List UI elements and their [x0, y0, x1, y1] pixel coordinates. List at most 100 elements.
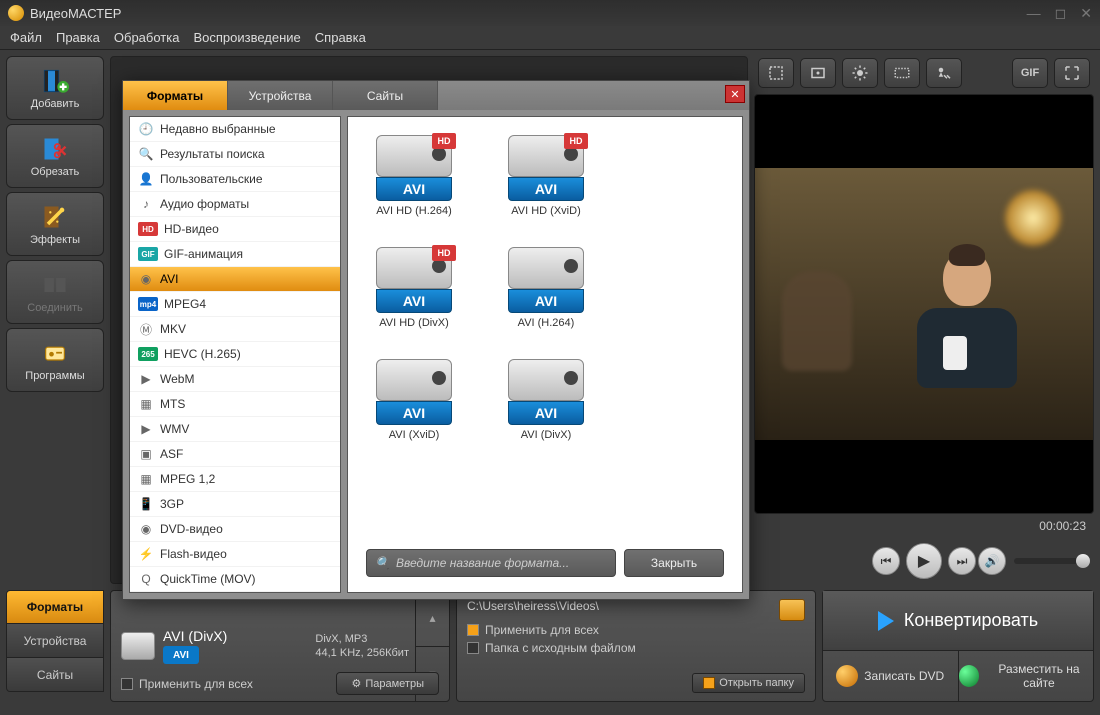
format-card[interactable]: AVIAVI (H.264)	[500, 247, 592, 329]
category-item[interactable]: mp4MPEG4	[130, 292, 340, 317]
source-folder-label: Папка с исходным файлом	[485, 641, 636, 655]
format-card[interactable]: AVIAVI (DivX)	[500, 359, 592, 441]
burn-dvd-button[interactable]: Записать DVD	[823, 651, 959, 701]
app-title: ВидеоМАСТЕР	[30, 6, 121, 21]
popup-close-button[interactable]: Закрыть	[624, 549, 724, 577]
brightness-icon[interactable]	[842, 58, 878, 88]
category-item[interactable]: ⓂMKV	[130, 317, 340, 342]
join-button[interactable]: Соединить	[6, 260, 104, 324]
category-item[interactable]: GIFGIF-анимация	[130, 242, 340, 267]
close-window-icon[interactable]: ✕	[1080, 5, 1092, 22]
category-item[interactable]: ⚡Flash-видео	[130, 542, 340, 567]
arrow-right-icon	[878, 611, 894, 631]
format-card[interactable]: HDAVIAVI HD (XviD)	[500, 135, 592, 217]
bottom-tab-formats[interactable]: Форматы	[6, 590, 104, 624]
time-label: 00:00:23	[1039, 519, 1086, 533]
category-item[interactable]: 265HEVC (H.265)	[130, 342, 340, 367]
app-logo-icon	[8, 5, 24, 21]
category-item[interactable]: ▦MPEG 1,2	[130, 467, 340, 492]
popup-tab-sites[interactable]: Сайты	[333, 81, 438, 110]
path-apply-all-checkbox[interactable]	[467, 624, 479, 636]
minimize-icon[interactable]: —	[1027, 5, 1041, 22]
video-preview[interactable]	[754, 94, 1094, 514]
format-selector[interactable]: AVI (DivX) AVI DivX, MP3 44,1 KHz, 256Кб…	[110, 590, 450, 702]
format-codec: DivX, MP3	[315, 633, 409, 645]
right-icon-row: GIF	[754, 56, 1094, 90]
category-item[interactable]: ▶WebM	[130, 367, 340, 392]
category-item[interactable]: QQuickTime (MOV)	[130, 567, 340, 592]
format-popup: Форматы Устройства Сайты ✕ 🕘Недавно выбр…	[122, 80, 750, 600]
popup-tab-formats[interactable]: Форматы	[123, 81, 228, 110]
popup-tab-devices[interactable]: Устройства	[228, 81, 333, 110]
bottom-tabs: Форматы Устройства Сайты	[6, 590, 104, 702]
gif-button[interactable]: GIF	[1012, 58, 1048, 88]
format-audio: 44,1 KHz, 256Кбит	[315, 647, 409, 659]
open-folder-button[interactable]: Открыть папку	[692, 673, 805, 693]
window-controls: — ◻ ✕	[1027, 5, 1092, 22]
add-button[interactable]: Добавить	[6, 56, 104, 120]
next-button[interactable]: ⏭	[948, 547, 976, 575]
dvd-icon	[836, 665, 858, 687]
fullscreen-icon[interactable]	[1054, 58, 1090, 88]
filmstrip-plus-icon	[39, 67, 71, 95]
format-name: AVI (DivX)	[163, 628, 227, 644]
frame-icon[interactable]	[800, 58, 836, 88]
format-card[interactable]: AVIAVI (XviD)	[368, 359, 460, 441]
filmstrip-join-icon	[39, 271, 71, 299]
format-card[interactable]: HDAVIAVI HD (H.264)	[368, 135, 460, 217]
format-search-input[interactable]: 🔍 Введите название формата...	[366, 549, 616, 577]
category-item[interactable]: 🔍Результаты поиска	[130, 142, 340, 167]
category-item[interactable]: HDHD-видео	[130, 217, 340, 242]
popup-close-icon[interactable]: ✕	[725, 85, 745, 103]
category-item[interactable]: 📱3GP	[130, 492, 340, 517]
category-item[interactable]: 👤Пользовательские	[130, 167, 340, 192]
format-apply-all-checkbox[interactable]	[121, 678, 133, 690]
category-item[interactable]: ▦MTS	[130, 392, 340, 417]
titlebar: ВидеоМАСТЕР — ◻ ✕	[0, 0, 1100, 26]
speed-icon[interactable]	[926, 58, 962, 88]
output-path-box: C:\Users\heiress\Videos\ Применить для в…	[456, 590, 816, 702]
menu-help[interactable]: Справка	[315, 30, 366, 45]
volume-slider[interactable]	[1014, 558, 1084, 564]
menu-playback[interactable]: Воспроизведение	[193, 30, 300, 45]
menu-edit[interactable]: Правка	[56, 30, 100, 45]
left-toolbar: Добавить Обрезать Эффекты Соединить Прог…	[6, 56, 104, 584]
play-button[interactable]: ▶	[906, 543, 942, 579]
menu-file[interactable]: Файл	[10, 30, 42, 45]
tile-icon[interactable]	[884, 58, 920, 88]
category-item[interactable]: ▣ASF	[130, 442, 340, 467]
effects-button[interactable]: Эффекты	[6, 192, 104, 256]
menu-process[interactable]: Обработка	[114, 30, 180, 45]
bottom-tab-sites[interactable]: Сайты	[6, 658, 104, 692]
maximize-icon[interactable]: ◻	[1055, 5, 1067, 22]
gear-icon: ⚙	[351, 677, 361, 690]
globe-icon	[959, 665, 980, 687]
programs-button[interactable]: Программы	[6, 328, 104, 392]
key-card-icon	[39, 339, 71, 367]
format-card[interactable]: HDAVIAVI HD (DivX)	[368, 247, 460, 329]
bottom-tab-devices[interactable]: Устройства	[6, 624, 104, 658]
volume-icon[interactable]: 🔊	[978, 547, 1006, 575]
wand-sparkle-icon	[39, 203, 71, 231]
category-item[interactable]: ♪Аудио форматы	[130, 192, 340, 217]
action-box: Конвертировать Записать DVD Разместить н…	[822, 590, 1094, 702]
category-item[interactable]: ◉DVD-видео	[130, 517, 340, 542]
source-folder-checkbox[interactable]	[467, 642, 479, 654]
publish-web-button[interactable]: Разместить на сайте	[959, 651, 1094, 701]
filmstrip-scissors-icon	[39, 135, 71, 163]
convert-button[interactable]: Конвертировать	[823, 591, 1093, 651]
menu-bar: Файл Правка Обработка Воспроизведение Сп…	[0, 26, 1100, 50]
output-path: C:\Users\heiress\Videos\	[467, 599, 805, 613]
popup-format-grid: HDAVIAVI HD (H.264) HDAVIAVI HD (XviD) HDA…	[347, 116, 743, 593]
category-item[interactable]: ◉AVI	[130, 267, 340, 292]
search-icon: 🔍	[375, 556, 390, 570]
crop-icon[interactable]	[758, 58, 794, 88]
popup-category-list: 🕘Недавно выбранные🔍Результаты поиска👤Пол…	[129, 116, 341, 593]
cut-button[interactable]: Обрезать	[6, 124, 104, 188]
avi-badge: AVI	[163, 646, 199, 664]
category-item[interactable]: ▶WMV	[130, 417, 340, 442]
category-item[interactable]: 🕘Недавно выбранные	[130, 117, 340, 142]
browse-folder-button[interactable]	[779, 599, 805, 621]
prev-button[interactable]: ⏮	[872, 547, 900, 575]
params-button[interactable]: ⚙Параметры	[336, 672, 439, 695]
